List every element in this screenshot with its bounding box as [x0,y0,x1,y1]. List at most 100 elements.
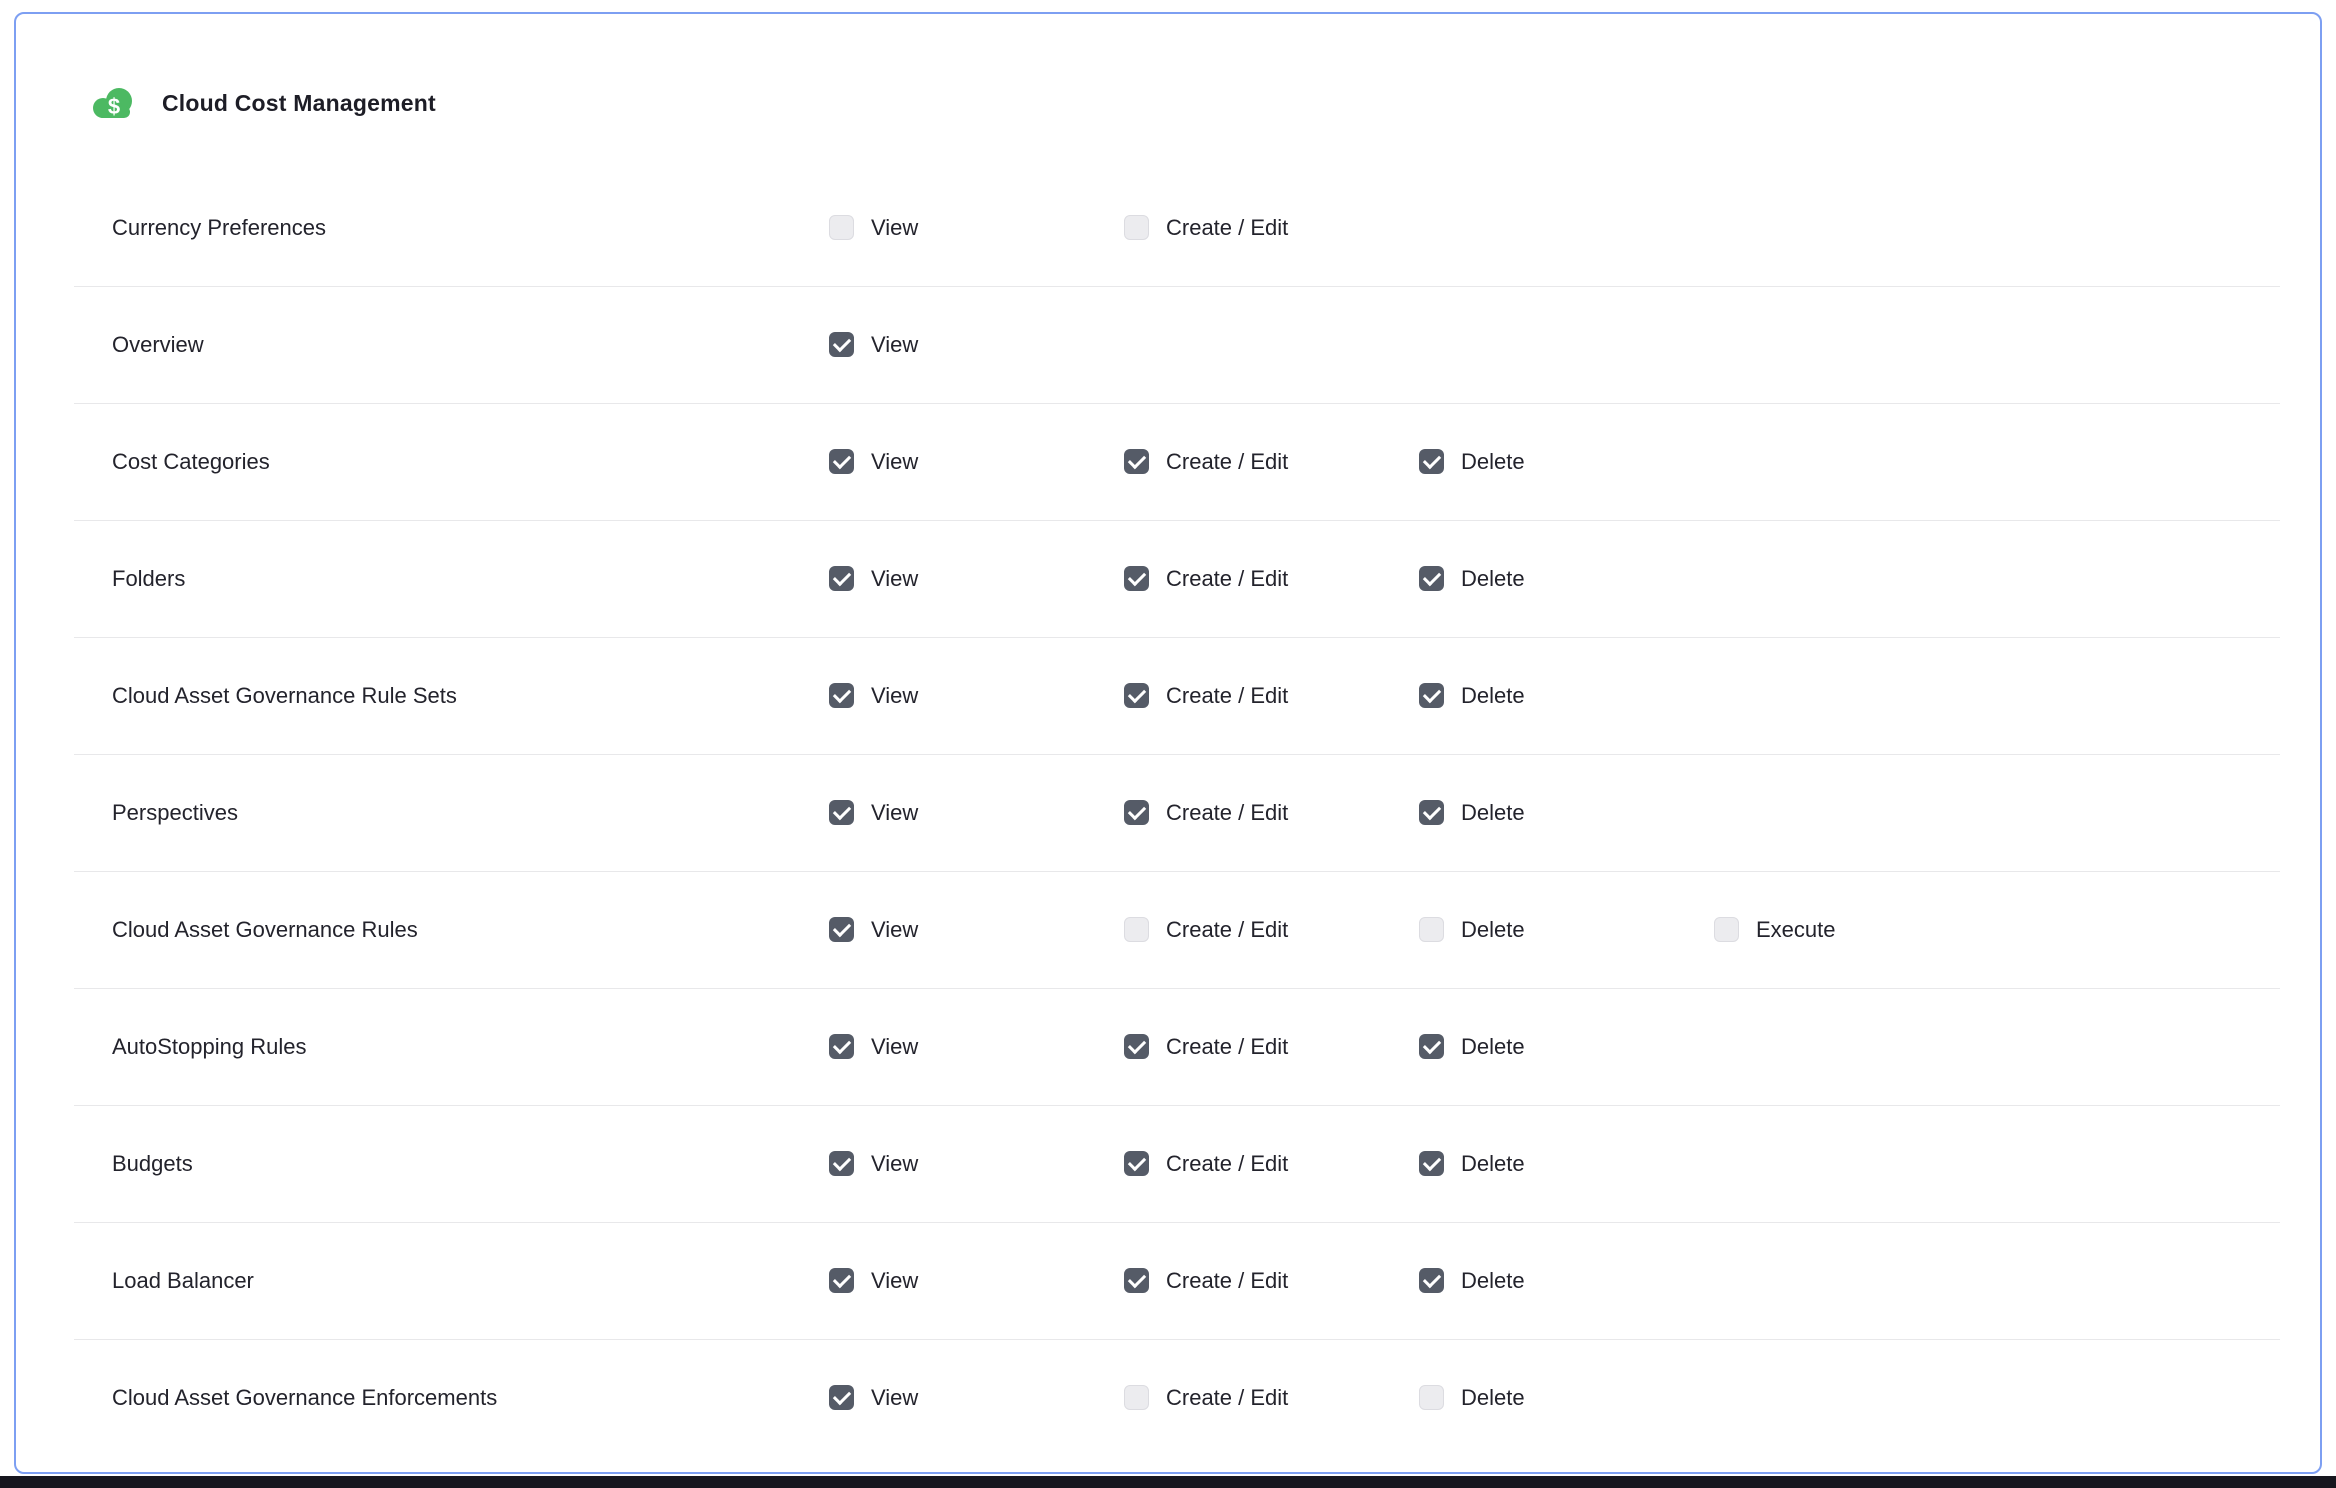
permission-execute: Execute [1714,917,1836,943]
permission-create-edit: Create / Edit [1124,566,1288,592]
permission-row: OverviewView [16,286,2320,403]
view-checkbox[interactable] [829,917,854,942]
delete-checkbox-label[interactable]: Delete [1461,1151,1525,1177]
delete-checkbox-label[interactable]: Delete [1461,1268,1525,1294]
card-header: $ Cloud Cost Management [88,82,436,124]
delete-checkbox[interactable] [1419,449,1444,474]
permission-row-label: Cost Categories [112,449,270,475]
view-checkbox-label[interactable]: View [871,683,918,709]
delete-checkbox[interactable] [1419,566,1444,591]
permissions-rows: Currency PreferencesViewCreate / EditOve… [16,169,2320,1456]
create-edit-checkbox-label[interactable]: Create / Edit [1166,1268,1288,1294]
view-checkbox-label[interactable]: View [871,800,918,826]
view-checkbox[interactable] [829,683,854,708]
view-checkbox[interactable] [829,1151,854,1176]
permission-row: Load BalancerViewCreate / EditDelete [16,1222,2320,1339]
permission-delete: Delete [1419,800,1525,826]
view-checkbox-label[interactable]: View [871,1385,918,1411]
delete-checkbox[interactable] [1419,800,1444,825]
create-edit-checkbox[interactable] [1124,449,1149,474]
delete-checkbox[interactable] [1419,1034,1444,1059]
permission-row: Perspectives View Create / Edit Delete [16,754,2320,871]
permission-view: View [829,800,918,826]
bottom-bar [0,1476,2336,1488]
delete-checkbox[interactable] [1419,1385,1444,1410]
permission-row: Cost Categories View Create / Edit Delete [16,403,2320,520]
permission-row: Currency PreferencesViewCreate / Edit [16,169,2320,286]
permission-row-label: Cloud Asset Governance Rule Sets [112,683,457,709]
view-checkbox-label[interactable]: View [871,566,918,592]
create-edit-checkbox-label[interactable]: Create / Edit [1166,566,1288,592]
permission-create-edit: Create / Edit [1124,1385,1288,1411]
view-checkbox[interactable] [829,449,854,474]
create-edit-checkbox-label[interactable]: Create / Edit [1166,1385,1288,1411]
permission-view: View [829,215,918,241]
permission-delete: Delete [1419,683,1525,709]
view-checkbox-label[interactable]: View [871,1034,918,1060]
permission-row-label: Folders [112,566,185,592]
create-edit-checkbox[interactable] [1124,683,1149,708]
delete-checkbox-label[interactable]: Delete [1461,800,1525,826]
execute-checkbox[interactable] [1714,917,1739,942]
create-edit-checkbox[interactable] [1124,566,1149,591]
delete-checkbox-label[interactable]: Delete [1461,683,1525,709]
permission-delete: Delete [1419,1385,1525,1411]
permission-delete: Delete [1419,566,1525,592]
delete-checkbox-label[interactable]: Delete [1461,566,1525,592]
create-edit-checkbox[interactable] [1124,1385,1149,1410]
create-edit-checkbox[interactable] [1124,1151,1149,1176]
view-checkbox-label[interactable]: View [871,332,918,358]
delete-checkbox-label[interactable]: Delete [1461,1034,1525,1060]
view-checkbox[interactable] [829,1034,854,1059]
view-checkbox[interactable] [829,1385,854,1410]
create-edit-checkbox[interactable] [1124,917,1149,942]
delete-checkbox-label[interactable]: Delete [1461,917,1525,943]
create-edit-checkbox-label[interactable]: Create / Edit [1166,1151,1288,1177]
view-checkbox-label[interactable]: View [871,449,918,475]
permission-create-edit: Create / Edit [1124,449,1288,475]
permission-create-edit: Create / Edit [1124,1268,1288,1294]
execute-checkbox-label[interactable]: Execute [1756,917,1836,943]
delete-checkbox[interactable] [1419,917,1444,942]
create-edit-checkbox[interactable] [1124,1268,1149,1293]
permission-row: Cloud Asset Governance Rules View Create /… [16,871,2320,988]
create-edit-checkbox-label[interactable]: Create / Edit [1166,800,1288,826]
permission-create-edit: Create / Edit [1124,1151,1288,1177]
view-checkbox-label[interactable]: View [871,1268,918,1294]
page-title: Cloud Cost Management [162,90,436,117]
cloud-cost-management-card: $ Cloud Cost Management Currency Prefere… [14,12,2322,1474]
delete-checkbox-label[interactable]: Delete [1461,1385,1525,1411]
permission-create-edit: Create / Edit [1124,800,1288,826]
create-edit-checkbox-label[interactable]: Create / Edit [1166,917,1288,943]
delete-checkbox[interactable] [1419,1151,1444,1176]
permission-view: View [829,683,918,709]
permission-delete: Delete [1419,449,1525,475]
delete-checkbox[interactable] [1419,683,1444,708]
permission-view: View [829,917,918,943]
permission-row-label: AutoStopping Rules [112,1034,306,1060]
delete-checkbox[interactable] [1419,1268,1444,1293]
svg-text:$: $ [108,94,120,119]
create-edit-checkbox-label[interactable]: Create / Edit [1166,1034,1288,1060]
permission-view: View [829,1151,918,1177]
create-edit-checkbox-label[interactable]: Create / Edit [1166,215,1288,241]
permission-row-label: Perspectives [112,800,238,826]
delete-checkbox-label[interactable]: Delete [1461,449,1525,475]
view-checkbox-label[interactable]: View [871,1151,918,1177]
permission-row-label: Budgets [112,1151,193,1177]
view-checkbox-label[interactable]: View [871,215,918,241]
create-edit-checkbox-label[interactable]: Create / Edit [1166,683,1288,709]
create-edit-checkbox[interactable] [1124,800,1149,825]
view-checkbox[interactable] [829,800,854,825]
permission-create-edit: Create / Edit [1124,683,1288,709]
permission-row-label: Cloud Asset Governance Rules [112,917,418,943]
permission-view: View [829,449,918,475]
view-checkbox-label[interactable]: View [871,917,918,943]
create-edit-checkbox[interactable] [1124,1034,1149,1059]
create-edit-checkbox[interactable] [1124,215,1149,240]
create-edit-checkbox-label[interactable]: Create / Edit [1166,449,1288,475]
view-checkbox[interactable] [829,1268,854,1293]
view-checkbox[interactable] [829,215,854,240]
view-checkbox[interactable] [829,566,854,591]
view-checkbox[interactable] [829,332,854,357]
